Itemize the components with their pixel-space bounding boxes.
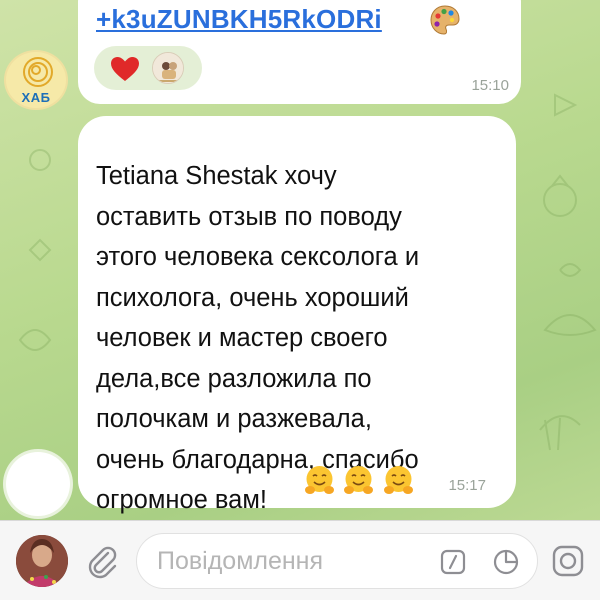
message-time: 15:17 (448, 477, 486, 494)
paperclip-icon[interactable] (84, 543, 120, 579)
reactions-pill[interactable] (94, 46, 202, 90)
previous-message-bubble[interactable]: +k3uZUNBKH5RkODRi 15:10 (78, 0, 521, 104)
sticker-icon[interactable] (492, 548, 520, 576)
user-avatar-image (16, 535, 68, 587)
invite-link[interactable]: +k3uZUNBKH5RkODRi (96, 4, 382, 35)
hub-avatar[interactable]: ХАБ (4, 50, 68, 110)
message-input-bar (0, 520, 600, 600)
message-input[interactable] (157, 534, 437, 588)
sender-avatar[interactable] (6, 452, 70, 516)
user-avatar[interactable] (16, 535, 68, 587)
message-time: 15:10 (471, 77, 509, 94)
hugging-face-icon (383, 466, 413, 494)
camera-icon[interactable] (552, 545, 584, 577)
artist-palette-icon (430, 5, 460, 35)
review-message-bubble[interactable]: Tetiana Shestak хочу оставить отзыв по п… (78, 116, 516, 514)
reactor-avatar[interactable] (152, 52, 184, 84)
red-heart-icon (111, 57, 139, 81)
hub-label: ХАБ (21, 90, 51, 105)
hugging-face-icon (344, 466, 374, 494)
hugging-face-icon (305, 466, 334, 494)
slash-command-icon[interactable] (440, 549, 466, 575)
chat-background: +k3uZUNBKH5RkODRi 15:10 ХАБ Tetiana Shes… (0, 0, 600, 520)
emoji-row (303, 464, 417, 500)
reactor-avatar-image (153, 53, 183, 83)
message-field[interactable] (136, 533, 538, 589)
